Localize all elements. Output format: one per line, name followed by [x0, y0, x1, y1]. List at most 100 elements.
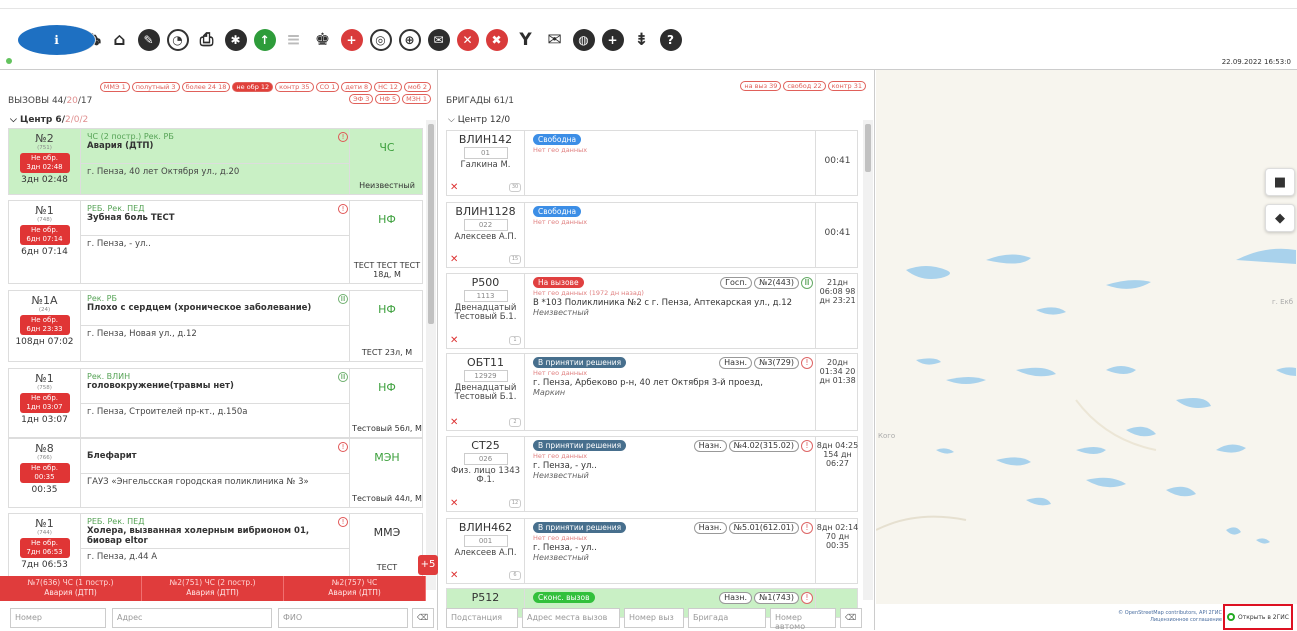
close-icon-button[interactable]: ✕: [453, 26, 482, 55]
clear-filter-icon[interactable]: ⌫: [840, 608, 862, 628]
brigades-group-center[interactable]: ⌵ Центр 12/0: [448, 115, 510, 125]
close-icon[interactable]: ✕: [450, 182, 458, 193]
chat-icon-button[interactable]: ✉: [424, 26, 453, 55]
brigade-person: Алексеев А.П.: [454, 232, 517, 242]
help-icon: ?: [659, 29, 682, 51]
call-card[interactable]: №1А (24) Не обр. 6дн 23:33 108дн 07:02 Ре…: [8, 290, 423, 362]
filter-address-input[interactable]: Адрес: [112, 608, 272, 628]
plus-box-icon-button[interactable]: +: [598, 26, 627, 55]
map-zoom-button[interactable]: ■: [1265, 168, 1295, 196]
add-icon-button[interactable]: +: [337, 26, 366, 55]
edit-icon-button[interactable]: ✎: [134, 26, 163, 55]
emergency-item[interactable]: №7(636) ЧС (1 постр.) Авария (ДТП): [0, 576, 142, 601]
filter-tag[interactable]: не обр 12: [232, 82, 274, 92]
call-card[interactable]: №1 (748) Не обр. 6дн 07:14 6дн 07:14 РЕБ.…: [8, 200, 423, 284]
filter-tag[interactable]: свобод 22: [783, 81, 826, 91]
filter-tag[interactable]: дети 8: [341, 82, 373, 92]
calls-group-center[interactable]: ⌵ Центр 6/2/0/2: [10, 115, 88, 125]
brigade-card[interactable]: ВЛИН1128 022 Алексеев А.П. ✕ 15 Свободна …: [446, 202, 858, 268]
filter-tag[interactable]: НС 12: [374, 82, 402, 92]
filter-tag[interactable]: полутный 3: [131, 82, 180, 92]
cancel-icon-button[interactable]: ✖: [482, 26, 511, 55]
not-processed-badge: Не обр. 6дн 23:33: [19, 315, 70, 335]
brigade-card[interactable]: ОБТ11 12929 Двенадцатый Тестовый Б.1. ✕ 2…: [446, 353, 858, 431]
upload-icon-button[interactable]: ↑: [250, 26, 279, 55]
brigades-scrollbar[interactable]: [863, 120, 873, 600]
clear-filter-icon[interactable]: ⌫: [412, 608, 434, 628]
close-icon[interactable]: ✕: [450, 254, 458, 265]
map-canvas: [876, 248, 1296, 544]
filter-tag[interactable]: ЭФ 3: [349, 94, 374, 104]
filter-number-input[interactable]: Номер: [10, 608, 106, 628]
close-icon[interactable]: ✕: [450, 498, 458, 509]
filter-tag[interactable]: контр 31: [827, 81, 866, 91]
home-icon-button[interactable]: ⌂: [105, 26, 134, 55]
geo-info: Нет гео данных: [533, 452, 588, 460]
filter-icon-button[interactable]: Y: [511, 26, 540, 55]
document-icon-button[interactable]: ≡: [279, 26, 308, 55]
filter-tag[interactable]: НФ 5: [375, 94, 401, 104]
filter-brigade-input[interactable]: Бригада: [688, 608, 766, 628]
filter-tag[interactable]: на выз 39: [740, 81, 782, 91]
brigade-address: [525, 227, 815, 237]
brigade-address: [525, 155, 815, 165]
brigade-card[interactable]: ВЛИН142 01 Галкина М. ✕ 30 Свободна Нет г…: [446, 130, 858, 196]
call-details: РЕБ. Рек. ПЕД Зубная боль ТЕСТ г. Пенза,…: [81, 201, 349, 283]
team-icon-button[interactable]: ♚: [308, 26, 337, 55]
filter-car-number-input[interactable]: Номер автомо: [770, 608, 836, 631]
brigade-id-cell: ВЛИН462 001 Алексеев А.П. ✕ 6: [447, 519, 525, 583]
brigade-pills: Назн. №3(729)!: [719, 357, 813, 369]
more-emergencies-button[interactable]: +5: [418, 555, 438, 575]
brigade-name: СТ25: [471, 439, 500, 452]
filter-tag[interactable]: МЗН 1: [402, 94, 431, 104]
brigade-name: ВЛИН462: [458, 521, 513, 534]
brigade-card[interactable]: СТ25 026 Физ. лицо 1343 Ф.1. ✕ 12 В приня…: [446, 436, 858, 512]
filter-substation-input[interactable]: Подстанция: [446, 608, 518, 628]
calls-scrollbar[interactable]: [426, 120, 436, 590]
globe-icon-button[interactable]: ◍: [569, 26, 598, 55]
filter-call-number-input[interactable]: Номер выз: [624, 608, 684, 628]
close-icon[interactable]: ✕: [450, 335, 458, 346]
brigades-scroll-thumb[interactable]: [865, 124, 871, 172]
call-address: г. Пенза, Новая ул., д.12: [81, 325, 349, 342]
close-icon[interactable]: ✕: [450, 570, 458, 581]
emergency-item[interactable]: №2(751) ЧС (2 постр.) Авария (ДТП): [142, 576, 284, 601]
filter-tag[interactable]: СО 1: [315, 82, 340, 92]
filter-tag[interactable]: моб 2: [403, 82, 431, 92]
warning-icon: Ⅲ: [801, 277, 813, 289]
geo-info: Нет гео данных (1972 дн назад): [533, 289, 644, 297]
filter-tag[interactable]: ММЭ 1: [99, 82, 130, 92]
print-icon-button[interactable]: ⎙: [192, 26, 221, 55]
warning-icon: Ⅲ: [338, 372, 348, 382]
geo-info: Нет гео данных: [533, 369, 588, 377]
call-card[interactable]: №8 (766) Не обр. 00:35 00:35 Блефарит ГАУ…: [8, 438, 423, 508]
current-datetime: 22.09.2022 16:53:0: [1221, 58, 1291, 66]
timer-icon-button[interactable]: ◔: [163, 26, 192, 55]
settings-icon-button[interactable]: ✱: [221, 26, 250, 55]
compass-icon-button[interactable]: ⊕: [395, 26, 424, 55]
map[interactable]: г. Екб Кого: [876, 70, 1297, 604]
brigade-count: 1: [509, 336, 521, 345]
sort-icon-button[interactable]: ⇟: [627, 26, 656, 55]
emergency-item[interactable]: №2(757) ЧС Авария (ДТП): [284, 576, 426, 601]
filter-tag[interactable]: контр 35: [275, 82, 314, 92]
calls-scroll-thumb[interactable]: [428, 124, 434, 324]
help-icon-button[interactable]: ?: [656, 26, 685, 55]
filter-tag[interactable]: более 24 18: [181, 82, 231, 92]
brigade-card[interactable]: ВЛИН462 001 Алексеев А.П. ✕ 6 В принятии …: [446, 518, 858, 584]
info-icon-button[interactable]: ℹ: [18, 25, 96, 55]
brigade-card[interactable]: Р500 1113 Двенадцатый Тестовый Б.1. ✕ 1 Н…: [446, 273, 858, 349]
target-icon-button[interactable]: ◎: [366, 26, 395, 55]
warning-icon: !: [338, 442, 348, 452]
call-card[interactable]: №1 (744) Не обр. 7дн 06:53 7дн 06:53 РЕБ.…: [8, 513, 423, 577]
mail-icon: ✉: [547, 29, 562, 50]
call-address: г. Пенза, Строителей пр-кт., д.150а: [81, 403, 349, 420]
warning-icon: !: [801, 522, 813, 534]
close-icon[interactable]: ✕: [450, 417, 458, 428]
map-layers-icon[interactable]: ◆: [1265, 204, 1295, 232]
call-card[interactable]: №2 (751) Не обр. 3дн 02:48 3дн 02:48 ЧС (…: [8, 128, 423, 195]
call-card[interactable]: №1 (758) Не обр. 1дн 03:07 1дн 03:07 Рек.…: [8, 368, 423, 438]
filter-call-address-input[interactable]: Адрес места вызов: [522, 608, 620, 628]
mail-icon-button[interactable]: ✉: [540, 26, 569, 55]
filter-fio-input[interactable]: ФИО: [278, 608, 408, 628]
